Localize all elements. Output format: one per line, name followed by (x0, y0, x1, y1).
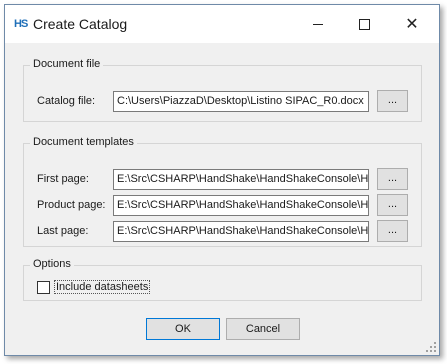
document-templates-group: Document templates First page: E:\Src\CS… (23, 136, 422, 247)
last-page-input[interactable]: E:\Src\CSHARP\HandShake\HandShakeConsole… (113, 221, 369, 242)
document-file-group: Document file Catalog file: C:\Users\Pia… (23, 58, 422, 122)
catalog-file-input[interactable]: C:\Users\PiazzaD\Desktop\Listino SIPAC_R… (113, 91, 369, 112)
first-page-input[interactable]: E:\Src\CSHARP\HandShake\HandShakeConsole… (113, 169, 369, 190)
cancel-button[interactable]: Cancel (226, 318, 300, 340)
product-page-label: Product page: (37, 199, 106, 211)
ok-button[interactable]: OK (146, 318, 220, 340)
app-logo-icon: HS (14, 18, 28, 30)
maximize-button[interactable] (341, 5, 387, 43)
catalog-file-browse-button[interactable]: ... (377, 90, 408, 112)
window-title: Create Catalog (33, 16, 128, 32)
include-datasheets-label[interactable]: Include datasheets (53, 280, 151, 294)
first-page-browse-button[interactable]: ... (377, 168, 408, 190)
document-file-legend: Document file (30, 58, 104, 70)
product-page-browse-button[interactable]: ... (377, 194, 408, 216)
first-page-label: First page: (37, 173, 89, 185)
maximize-icon (358, 18, 370, 30)
document-templates-legend: Document templates (30, 136, 137, 148)
options-group: Options Include datasheets (23, 258, 422, 301)
catalog-file-label: Catalog file: (37, 95, 96, 107)
minimize-icon (313, 23, 323, 25)
close-button[interactable]: ✕ (389, 5, 435, 43)
create-catalog-dialog: HS Create Catalog ✕ Document file Catalo… (4, 4, 440, 356)
minimize-button[interactable] (295, 5, 341, 43)
resize-grip-icon[interactable] (426, 342, 436, 352)
last-page-browse-button[interactable]: ... (377, 220, 408, 242)
title-bar[interactable]: HS Create Catalog ✕ (5, 5, 439, 43)
close-icon: ✕ (405, 14, 419, 33)
last-page-label: Last page: (37, 225, 89, 237)
product-page-input[interactable]: E:\Src\CSHARP\HandShake\HandShakeConsole… (113, 195, 369, 216)
options-legend: Options (30, 258, 74, 270)
include-datasheets-checkbox[interactable] (37, 281, 50, 294)
